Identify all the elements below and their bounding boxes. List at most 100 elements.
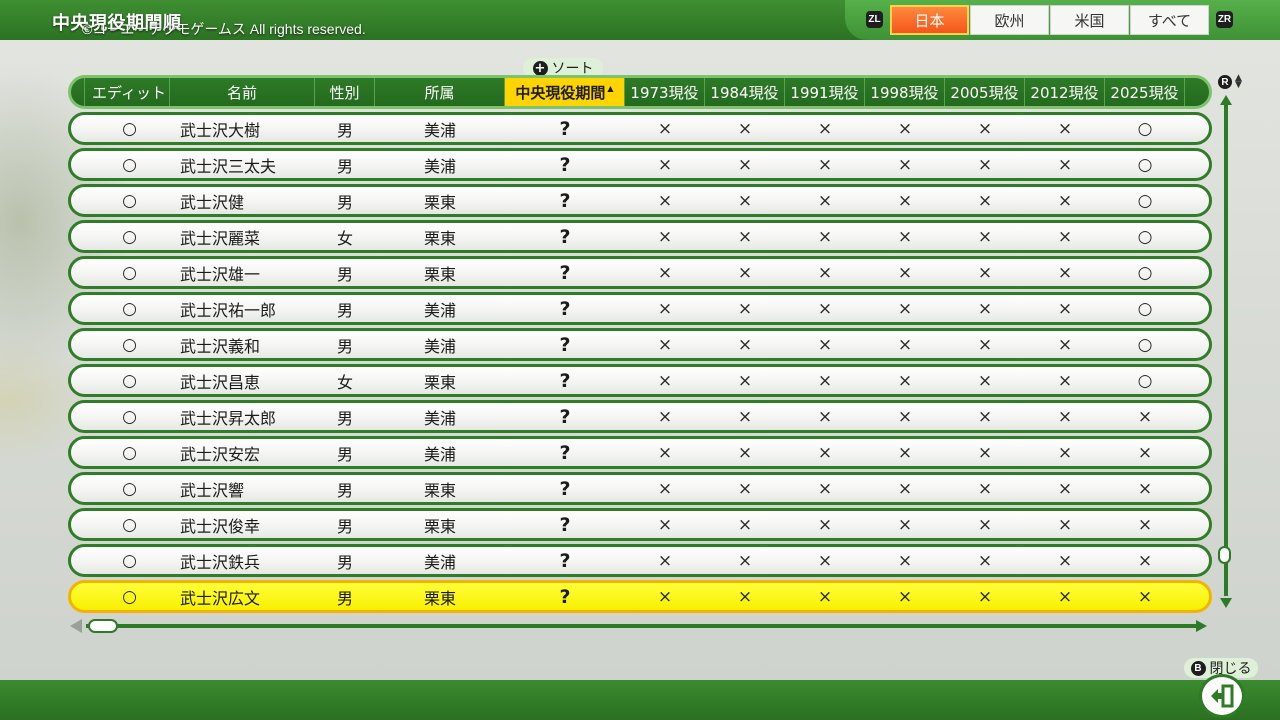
table-row[interactable]: ○ 武士沢俊幸 男 栗東? × × × × × × × xyxy=(68,508,1212,541)
active-period: ? xyxy=(559,225,571,248)
horizontal-scrollbar-track[interactable] xyxy=(86,624,1198,628)
table-header: エディット 名前 性別 所属 中央現役期間 ▲ 1973現役 1984現役 1991現役 1998… xyxy=(68,75,1212,109)
active-year-mark-y1998: × xyxy=(897,226,913,247)
jockey-name: 武士沢義和 xyxy=(180,336,261,356)
column-header-label: 2005現役 xyxy=(950,83,1019,102)
column-header-y2025[interactable]: 2025現役 xyxy=(1105,78,1185,106)
copyright-text: ©コーエーテクモゲームス All rights reserved. xyxy=(82,21,366,37)
exit-button[interactable] xyxy=(1199,674,1245,718)
tab-europe[interactable]: 欧州 xyxy=(970,5,1049,35)
jockey-sex: 男 xyxy=(336,552,353,572)
table-row[interactable]: ○ 武士沢雄一 男 栗東? × × × × × × ○ xyxy=(68,256,1212,289)
column-header-y2005[interactable]: 2005現役 xyxy=(945,78,1025,106)
table-row[interactable]: ○ 武士沢鉄兵 男 美浦? × × × × × × × xyxy=(68,544,1212,577)
edit-toggle[interactable]: ○ xyxy=(89,259,170,286)
active-year-mark-y2005: × xyxy=(977,586,993,607)
column-header-y1973[interactable]: 1973現役 xyxy=(625,78,705,106)
active-year-mark-y1991: × xyxy=(817,514,833,535)
active-period: ? xyxy=(559,405,571,428)
active-period: ? xyxy=(559,585,571,608)
jockey-affiliation: 栗東 xyxy=(423,588,456,608)
edit-toggle[interactable]: ○ xyxy=(89,331,170,358)
active-year-mark-y1991: × xyxy=(817,154,833,175)
column-header-label: 所属 xyxy=(424,83,455,102)
edit-toggle[interactable]: ○ xyxy=(89,187,170,214)
active-year-mark-y1984: × xyxy=(737,370,753,391)
jockey-name: 武士沢広文 xyxy=(180,588,261,608)
active-year-mark-y1991: × xyxy=(817,478,833,499)
scroll-right-arrow[interactable] xyxy=(1196,620,1207,632)
active-year-mark-y2012: × xyxy=(1057,514,1073,535)
table-row[interactable]: ○ 武士沢三太夫 男 美浦? × × × × × × ○ xyxy=(68,148,1212,181)
edit-toggle[interactable]: ○ xyxy=(89,223,170,250)
column-header-y1991[interactable]: 1991現役 xyxy=(785,78,865,106)
jockey-affiliation: 美浦 xyxy=(423,444,456,464)
table-row[interactable]: ○ 武士沢義和 男 美浦? × × × × × × ○ xyxy=(68,328,1212,361)
tab-usa[interactable]: 米国 xyxy=(1050,5,1129,35)
table-row[interactable]: ○ 武士沢昇太郎 男 美浦? × × × × × × × xyxy=(68,400,1212,433)
table-row[interactable]: ○ 武士沢麗菜 女 栗東? × × × × × × ○ xyxy=(68,220,1212,253)
jockey-sex: 男 xyxy=(336,264,353,284)
table-row[interactable]: ○ 武士沢祐一郎 男 美浦? × × × × × × ○ xyxy=(68,292,1212,325)
active-year-mark-y2012: × xyxy=(1057,370,1073,391)
column-header-y1984[interactable]: 1984現役 xyxy=(705,78,785,106)
column-header-label: 1973現役 xyxy=(630,83,699,102)
table-row[interactable]: ○ 武士沢昌恵 女 栗東? × × × × × × ○ xyxy=(68,364,1212,397)
active-period: ? xyxy=(559,261,571,284)
active-year-mark-y2025: ○ xyxy=(1137,154,1153,175)
table-row[interactable]: ○ 武士沢広文 男 栗東? × × × × × × × xyxy=(68,580,1212,613)
edit-toggle[interactable]: ○ xyxy=(89,511,170,538)
active-year-mark-y1984: × xyxy=(737,514,753,535)
edit-toggle[interactable]: ○ xyxy=(89,475,170,502)
active-year-mark-y2012: × xyxy=(1057,334,1073,355)
active-year-mark-y1984: × xyxy=(737,406,753,427)
scroll-left-arrow[interactable] xyxy=(70,619,82,633)
column-header-label: 中央現役期間 xyxy=(515,83,606,102)
active-year-mark-y2025: × xyxy=(1137,514,1153,535)
active-year-mark-y1984: × xyxy=(737,190,753,211)
edit-toggle[interactable]: ○ xyxy=(89,115,170,142)
jockey-affiliation: 美浦 xyxy=(423,300,456,320)
zr-button-icon[interactable]: ZR xyxy=(1216,11,1233,28)
jockey-affiliation: 栗東 xyxy=(423,480,456,500)
active-year-mark-y1973: × xyxy=(657,298,673,319)
active-year-mark-y1973: × xyxy=(657,226,673,247)
scroll-down-arrow[interactable] xyxy=(1220,598,1232,608)
edit-toggle[interactable]: ○ xyxy=(89,295,170,322)
horizontal-scrollbar-thumb[interactable] xyxy=(88,619,118,633)
column-header-period[interactable]: 中央現役期間 ▲ xyxy=(505,78,625,106)
column-header-y1998[interactable]: 1998現役 xyxy=(865,78,945,106)
active-year-mark-y1973: × xyxy=(657,154,673,175)
active-year-mark-y2012: × xyxy=(1057,586,1073,607)
column-header-label: エディット xyxy=(92,83,166,102)
active-year-mark-y1991: × xyxy=(817,442,833,463)
edit-toggle[interactable]: ○ xyxy=(89,367,170,394)
vertical-scrollbar-thumb[interactable] xyxy=(1218,546,1231,564)
table-row[interactable]: ○ 武士沢響 男 栗東? × × × × × × × xyxy=(68,472,1212,505)
edit-toggle[interactable]: ○ xyxy=(89,547,170,574)
edit-toggle[interactable]: ○ xyxy=(89,403,170,430)
table-row[interactable]: ○ 武士沢健 男 栗東? × × × × × × ○ xyxy=(68,184,1212,217)
jockey-name: 武士沢昇太郎 xyxy=(180,408,277,428)
zl-button-icon[interactable]: ZL xyxy=(866,11,883,28)
column-header-sex[interactable]: 性別 xyxy=(315,78,375,106)
tab-all[interactable]: すべて xyxy=(1130,5,1209,35)
vertical-scrollbar-track[interactable] xyxy=(1224,102,1228,596)
jockey-sex: 男 xyxy=(336,300,353,320)
column-header-y2012[interactable]: 2012現役 xyxy=(1025,78,1105,106)
edit-toggle[interactable]: ○ xyxy=(89,439,170,466)
active-year-mark-y1991: × xyxy=(817,550,833,571)
tab-japan[interactable]: 日本 xyxy=(890,5,969,35)
table-row[interactable]: ○ 武士沢安宏 男 美浦? × × × × × × × xyxy=(68,436,1212,469)
active-year-mark-y2012: × xyxy=(1057,262,1073,283)
column-header-name[interactable]: 名前 xyxy=(170,78,315,106)
edit-toggle[interactable]: ○ xyxy=(89,151,170,178)
active-year-mark-y1991: × xyxy=(817,406,833,427)
column-header-edit[interactable]: エディット xyxy=(89,78,170,106)
column-header-team[interactable]: 所属 xyxy=(375,78,505,106)
jockey-sex: 男 xyxy=(336,192,353,212)
active-year-mark-y1984: × xyxy=(737,478,753,499)
table-row[interactable]: ○ 武士沢大樹 男 美浦? × × × × × × ○ xyxy=(68,112,1212,145)
active-year-mark-y1998: × xyxy=(897,370,913,391)
edit-toggle[interactable]: ○ xyxy=(89,583,170,610)
